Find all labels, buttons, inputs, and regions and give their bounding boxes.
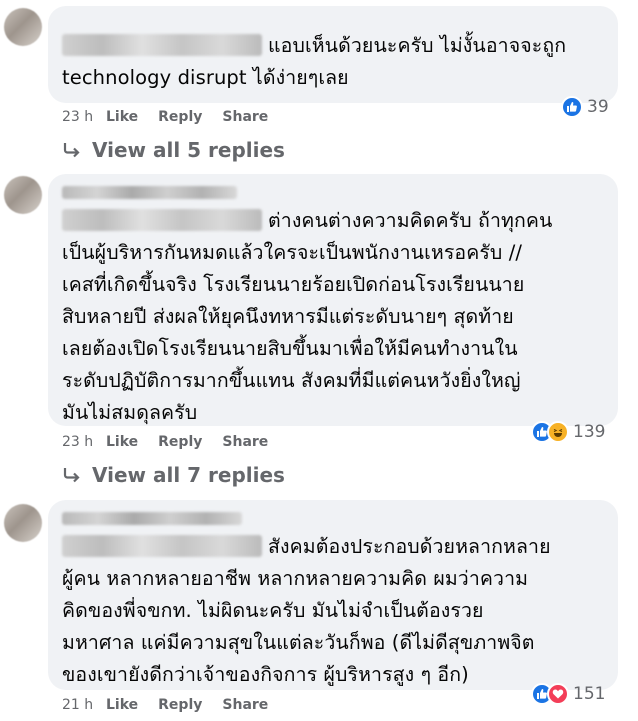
timestamp[interactable]: 23 h <box>62 109 106 125</box>
blurred-author-name <box>62 209 262 231</box>
share-button[interactable]: Share <box>222 109 268 125</box>
reply-button[interactable]: Reply <box>158 109 202 125</box>
reaction-count: 151 <box>573 684 606 704</box>
comment-body: สังคมต้องประกอบด้วยหลากหลาย ผู้คน หลากหล… <box>62 535 551 686</box>
like-reaction-icon <box>561 96 583 118</box>
reply-arrow-icon <box>63 468 80 483</box>
love-reaction-icon <box>547 683 569 705</box>
comment-bubble: แอบเห็นด้วยนะครับ ไม่งั้นอาจจะถูก techno… <box>48 6 618 103</box>
avatar[interactable] <box>4 504 42 542</box>
avatar[interactable] <box>4 176 42 214</box>
comment-text: แอบเห็นด้วยนะครับ ไม่งั้นอาจจะถูก techno… <box>62 30 604 94</box>
share-button[interactable]: Share <box>222 434 268 450</box>
view-replies-link[interactable]: View all 5 replies <box>62 138 285 162</box>
view-replies-label: View all 5 replies <box>92 138 285 162</box>
comment-bubble: สังคมต้องประกอบด้วยหลากหลาย ผู้คน หลากหล… <box>48 500 618 690</box>
reaction-count: 39 <box>587 97 609 117</box>
reply-button[interactable]: Reply <box>158 434 202 450</box>
blurred-author-name <box>62 535 262 557</box>
comment-actions: 23 h Like Reply Share <box>62 434 288 450</box>
timestamp[interactable]: 23 h <box>62 434 106 450</box>
comment-actions: 21 h Like Reply Share <box>62 697 288 713</box>
blurred-author-name <box>62 186 237 199</box>
comment-text: ต่างคนต่างความคิดครับ ถ้าทุกคน เป็นผู้บร… <box>62 205 604 429</box>
timestamp[interactable]: 21 h <box>62 697 106 713</box>
avatar[interactable] <box>4 8 42 46</box>
reply-arrow-icon <box>63 143 80 158</box>
reply-button[interactable]: Reply <box>158 697 202 713</box>
haha-reaction-icon <box>547 421 569 443</box>
reaction-summary[interactable]: 39 <box>561 96 609 118</box>
like-button[interactable]: Like <box>106 109 138 125</box>
reaction-summary[interactable]: 151 <box>531 683 605 705</box>
like-button[interactable]: Like <box>106 434 138 450</box>
comment-body: ต่างคนต่างความคิดครับ ถ้าทุกคน เป็นผู้บร… <box>62 209 553 424</box>
comment-bubble: ต่างคนต่างความคิดครับ ถ้าทุกคน เป็นผู้บร… <box>48 174 618 426</box>
view-replies-label: View all 7 replies <box>92 463 285 487</box>
like-button[interactable]: Like <box>106 697 138 713</box>
reaction-summary[interactable]: 139 <box>531 421 605 443</box>
comment-actions: 23 h Like Reply Share <box>62 109 288 125</box>
blurred-author-name <box>62 512 242 525</box>
share-button[interactable]: Share <box>222 697 268 713</box>
view-replies-link[interactable]: View all 7 replies <box>62 463 285 487</box>
reaction-count: 139 <box>573 422 606 442</box>
blurred-author-name <box>62 34 262 56</box>
comment-text: สังคมต้องประกอบด้วยหลากหลาย ผู้คน หลากหล… <box>62 531 604 691</box>
